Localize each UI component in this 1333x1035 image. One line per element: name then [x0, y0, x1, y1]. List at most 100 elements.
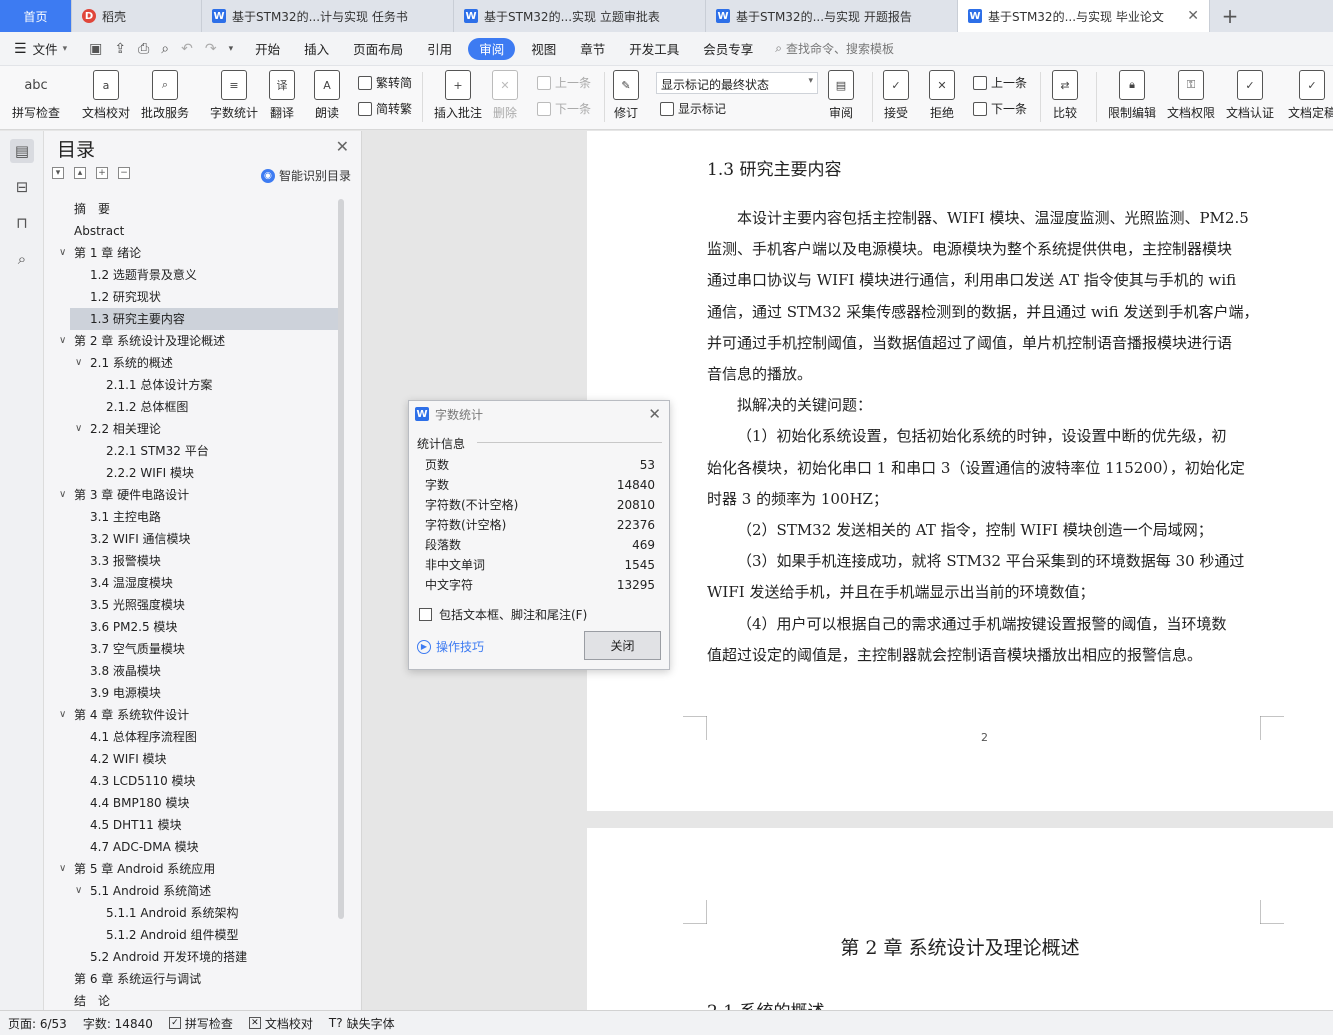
chapter-nav-icon[interactable]: ⊟: [10, 175, 34, 199]
doc-proof-button[interactable]: a 文档校对: [82, 70, 130, 121]
toc-item[interactable]: 3.4 温湿度模块: [44, 572, 344, 594]
tab-home[interactable]: 首页: [0, 0, 72, 32]
tab-doc-proposal[interactable]: W 基于STM32的...与实现 开题报告: [706, 0, 958, 32]
menu-chapter[interactable]: 章节: [568, 38, 617, 60]
menu-view[interactable]: 视图: [519, 38, 568, 60]
remove-heading-icon[interactable]: −: [118, 167, 130, 179]
prev-comment-button[interactable]: 上一条: [537, 74, 591, 91]
toc-item[interactable]: ∨ 2.2 相关理论: [44, 418, 344, 440]
missing-font-status[interactable]: T? 缺失字体: [321, 1015, 403, 1032]
toc-item[interactable]: Abstract: [44, 220, 344, 242]
toc-item[interactable]: ∨ 第 2 章 系统设计及理论概述: [44, 330, 344, 352]
toc-item[interactable]: 5.1.1 Android 系统架构: [44, 902, 344, 924]
menu-start[interactable]: 开始: [243, 38, 292, 60]
chevron-down-icon[interactable]: ∨: [75, 352, 82, 374]
toc-item[interactable]: 3.5 光照强度模块: [44, 594, 344, 616]
next-change-button[interactable]: 下一条: [973, 100, 1027, 117]
add-heading-icon[interactable]: +: [96, 167, 108, 179]
toc-item[interactable]: ∨ 2.1 系统的概述: [44, 352, 344, 374]
search-icon[interactable]: ⌕: [10, 247, 34, 271]
toc-item[interactable]: ∨ 第 4 章 系统软件设计: [44, 704, 344, 726]
toc-item[interactable]: ∨ 第 5 章 Android 系统应用: [44, 858, 344, 880]
collapse-all-icon[interactable]: ▾: [52, 167, 64, 179]
toc-item[interactable]: 3.6 PM2.5 模块: [44, 616, 344, 638]
toc-item[interactable]: 结 论: [44, 990, 344, 1010]
toc-item[interactable]: 1.2 研究现状: [44, 286, 344, 308]
dialog-titlebar[interactable]: W 字数统计: [409, 401, 669, 427]
toc-item[interactable]: 2.2.2 WIFI 模块: [44, 462, 344, 484]
close-icon[interactable]: ✕: [648, 405, 661, 423]
redo-icon[interactable]: ↷: [205, 41, 217, 57]
chevron-down-icon[interactable]: ▾: [229, 44, 234, 54]
word-count-indicator[interactable]: 字数: 14840: [75, 1015, 161, 1032]
toc-scrollbar[interactable]: [338, 199, 344, 919]
export-icon[interactable]: ⇪: [114, 41, 126, 57]
new-tab-button[interactable]: +: [1210, 0, 1250, 32]
track-changes-button[interactable]: ✎ 修订: [613, 70, 639, 121]
markup-mode-select[interactable]: 显示标记的最终状态 ▾: [656, 72, 818, 94]
toc-item[interactable]: ∨ 第 3 章 硬件电路设计: [44, 484, 344, 506]
menu-page-layout[interactable]: 页面布局: [341, 38, 415, 60]
undo-icon[interactable]: ↶: [181, 41, 193, 57]
toc-item[interactable]: 5.1.2 Android 组件模型: [44, 924, 344, 946]
insert-comment-button[interactable]: + 插入批注: [434, 70, 482, 121]
trad-to-simp-button[interactable]: 繁转简: [358, 74, 412, 91]
toc-item[interactable]: 3.8 液晶模块: [44, 660, 344, 682]
toc-item[interactable]: 2.2.1 STM32 平台: [44, 440, 344, 462]
toc-item[interactable]: ∨ 第 1 章 绪论: [44, 242, 344, 264]
menu-review[interactable]: 审阅: [468, 37, 516, 60]
tab-doc-thesis[interactable]: W 基于STM32的...与实现 毕业论文 ✕: [958, 0, 1210, 32]
toc-item[interactable]: 3.9 电源模块: [44, 682, 344, 704]
doc-permission-button[interactable]: ⚿ 文档权限: [1167, 70, 1215, 121]
restrict-edit-button[interactable]: 🔒︎ 限制编辑: [1108, 70, 1156, 121]
simp-to-trad-button[interactable]: 简转繁: [358, 100, 412, 117]
compare-button[interactable]: ⇄ 比较: [1052, 70, 1078, 121]
toc-item[interactable]: 3.3 报警模块: [44, 550, 344, 572]
tab-doc-task[interactable]: W 基于STM32的...计与实现 任务书: [202, 0, 454, 32]
tips-link[interactable]: ▶ 操作技巧: [417, 638, 484, 655]
chevron-down-icon[interactable]: ∨: [59, 858, 66, 880]
toc-item[interactable]: 3.1 主控电路: [44, 506, 344, 528]
toc-panel-icon[interactable]: ▤: [10, 139, 34, 163]
menu-developer[interactable]: 开发工具: [617, 38, 691, 60]
read-aloud-button[interactable]: A 朗读: [314, 70, 340, 121]
toc-item[interactable]: 1.2 选题背景及意义: [44, 264, 344, 286]
toc-item[interactable]: 4.2 WIFI 模块: [44, 748, 344, 770]
print-preview-icon[interactable]: ⌕: [161, 41, 169, 57]
print-icon[interactable]: ⎙: [138, 41, 149, 57]
tab-docer[interactable]: D 稻壳: [72, 0, 202, 32]
reject-button[interactable]: ✕ 拒绝: [929, 70, 955, 121]
toc-item[interactable]: 4.1 总体程序流程图: [44, 726, 344, 748]
toc-item[interactable]: 4.7 ADC-DMA 模块: [44, 836, 344, 858]
spellcheck-status[interactable]: ✓ 拼写检查: [161, 1015, 241, 1032]
file-menu[interactable]: ☰ 文件 ▾: [0, 38, 79, 60]
close-button[interactable]: 关闭: [584, 631, 661, 660]
accept-button[interactable]: ✓ 接受: [883, 70, 909, 121]
chevron-down-icon[interactable]: ∨: [75, 880, 82, 902]
chevron-down-icon[interactable]: ∨: [59, 242, 66, 264]
bookmark-icon[interactable]: ⊓: [10, 211, 34, 235]
toc-item[interactable]: 4.5 DHT11 模块: [44, 814, 344, 836]
page-indicator[interactable]: 页面: 6/53: [0, 1015, 75, 1032]
include-textbox-checkbox[interactable]: 包括文本框、脚注和尾注(F): [419, 606, 587, 623]
toc-item[interactable]: 1.3 研究主要内容: [70, 308, 344, 330]
chevron-down-icon[interactable]: ∨: [75, 418, 82, 440]
toc-item[interactable]: ∨ 5.1 Android 系统简述: [44, 880, 344, 902]
next-comment-button[interactable]: 下一条: [537, 100, 591, 117]
proof-status[interactable]: ✕ 文档校对: [241, 1015, 321, 1032]
toc-item[interactable]: 4.4 BMP180 模块: [44, 792, 344, 814]
expand-icon[interactable]: ▴: [74, 167, 86, 179]
toc-item[interactable]: 3.7 空气质量模块: [44, 638, 344, 660]
toc-item[interactable]: 2.1.1 总体设计方案: [44, 374, 344, 396]
close-icon[interactable]: ✕: [1187, 8, 1199, 24]
delete-comment-button[interactable]: ✕ 删除: [492, 70, 518, 121]
review-pane-button[interactable]: ▤ 审阅: [828, 70, 854, 121]
prev-change-button[interactable]: 上一条: [973, 74, 1027, 91]
chevron-down-icon[interactable]: ∨: [59, 704, 66, 726]
toc-item[interactable]: 2.1.2 总体框图: [44, 396, 344, 418]
document-page[interactable]: 第 2 章 系统设计及理论概述 2.1 系统的概述: [587, 828, 1333, 1010]
doc-auth-button[interactable]: ✓ 文档认证: [1226, 70, 1274, 121]
chevron-down-icon[interactable]: ∨: [59, 484, 66, 506]
translate-button[interactable]: 译 翻译: [269, 70, 295, 121]
menu-insert[interactable]: 插入: [292, 38, 341, 60]
